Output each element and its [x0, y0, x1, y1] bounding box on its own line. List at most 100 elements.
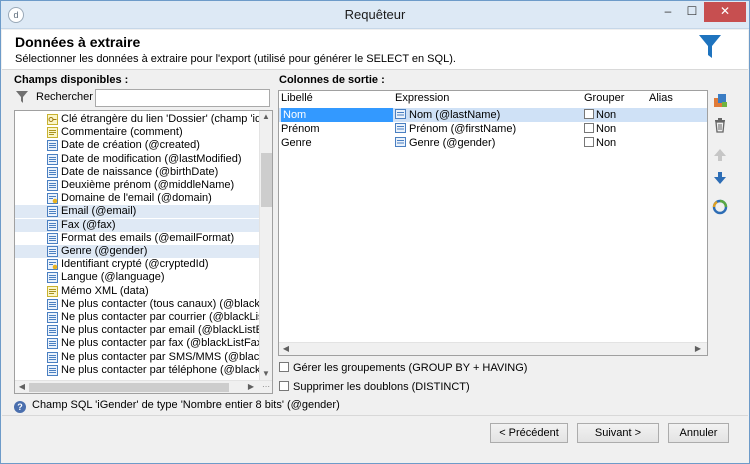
tree-item-label: Commentaire (comment) — [61, 126, 183, 139]
memo-field-icon — [47, 285, 58, 297]
tree-item[interactable]: Ne plus contacter par SMS/MMS (@blackLis… — [15, 351, 261, 364]
tree-horizontal-scrollbar[interactable]: ◀ ▶ ⋯ — [15, 380, 272, 393]
tree-item[interactable]: Ne plus contacter par téléphone (@blackL… — [15, 364, 261, 377]
filter-funnel-icon — [699, 35, 721, 58]
tree-scroll-thumb[interactable] — [261, 153, 272, 207]
tree-item-label: Ne plus contacter par email (@blackListE… — [61, 324, 261, 337]
row-expression[interactable]: Nom (@lastName) — [395, 108, 500, 122]
tree-item[interactable]: Ne plus contacter par courrier (@blackLi… — [15, 311, 261, 324]
tree-item-label: Mémo XML (data) — [61, 284, 149, 297]
grid-scroll-right-arrow-icon[interactable]: ▶ — [692, 343, 704, 355]
refresh-sort-icon[interactable] — [711, 198, 729, 216]
move-down-arrow-icon[interactable] — [711, 169, 729, 187]
tree-item[interactable]: Genre (@gender) — [15, 245, 261, 258]
output-columns-label: Colonnes de sortie : — [279, 74, 385, 86]
close-button[interactable]: ✕ — [704, 2, 746, 22]
tree-vertical-scrollbar[interactable]: ▲ ▼ — [259, 111, 272, 381]
grid-scroll-left-arrow-icon[interactable]: ◀ — [280, 343, 292, 355]
row-label[interactable]: Genre — [281, 136, 312, 150]
tree-item[interactable]: Email (@email) — [15, 205, 261, 219]
table-row[interactable]: Nom Nom (@lastName) Non — [279, 108, 707, 122]
tree-item-label: Domaine de l'email (@domain) — [61, 192, 212, 205]
memo-field-icon — [47, 127, 58, 139]
grid-horizontal-scrollbar[interactable]: ◀ ▶ — [279, 342, 707, 355]
next-button[interactable]: Suivant > — [577, 423, 659, 443]
column-header-group[interactable]: Grouper — [584, 91, 624, 106]
field-icon — [47, 351, 58, 363]
tree-hscroll-thumb[interactable] — [29, 383, 229, 392]
group-checkbox[interactable] — [584, 123, 594, 133]
tree-item-label: Date de modification (@lastModified) — [61, 152, 242, 165]
group-by-option[interactable]: Gérer les groupements (GROUP BY + HAVING… — [279, 361, 527, 375]
row-expression[interactable]: Genre (@gender) — [395, 136, 495, 150]
field-icon — [47, 232, 58, 244]
row-label[interactable]: Prénom — [281, 122, 320, 136]
table-row[interactable]: Prénom Prénom (@firstName) Non — [279, 122, 707, 136]
tree-item-label: Ne plus contacter par téléphone (@blackL… — [61, 363, 261, 376]
computed-field-icon — [47, 193, 58, 205]
tree-item-label: Clé étrangère du lien 'Dossier' (champ '… — [61, 113, 261, 125]
tree-item[interactable]: Ne plus contacter (tous canaux) (@blackL… — [15, 298, 261, 311]
field-info: ? Champ SQL 'iGender' de type 'Nombre ent… — [14, 398, 340, 413]
scroll-right-arrow-icon[interactable]: ▶ — [245, 381, 257, 393]
row-label[interactable]: Nom — [281, 108, 393, 122]
search-input[interactable] — [95, 89, 270, 107]
tree-item-label: Date de naissance (@birthDate) — [61, 165, 219, 178]
minimize-button[interactable]: – — [657, 2, 679, 22]
expression-field-icon — [395, 109, 406, 119]
scroll-down-arrow-icon[interactable]: ▼ — [260, 368, 272, 380]
row-expression[interactable]: Prénom (@firstName) — [395, 122, 516, 136]
tree-item[interactable]: Date de modification (@lastModified) — [15, 153, 261, 166]
row-group-text: Non — [596, 137, 617, 149]
move-up-arrow-icon[interactable] — [711, 146, 729, 164]
row-group[interactable]: Non — [584, 122, 616, 136]
tree-item[interactable]: Mémo XML (data) — [15, 285, 261, 298]
scroll-left-arrow-icon[interactable]: ◀ — [16, 381, 28, 393]
scroll-up-arrow-icon[interactable]: ▲ — [260, 111, 272, 123]
tree-item[interactable]: Fax (@fax) — [15, 218, 261, 232]
distinct-option[interactable]: Supprimer les doublons (DISTINCT) — [279, 380, 470, 394]
key-field-icon — [47, 114, 58, 125]
column-header-label[interactable]: Libellé — [281, 91, 313, 106]
group-checkbox[interactable] — [584, 137, 594, 147]
tree-item-label: Fax (@fax) — [61, 218, 116, 231]
group-checkbox[interactable] — [584, 109, 594, 119]
tree-item[interactable]: Clé étrangère du lien 'Dossier' (champ '… — [15, 113, 261, 126]
column-header-alias[interactable]: Alias — [649, 91, 673, 106]
available-fields-label: Champs disponibles : — [14, 74, 129, 86]
delete-trash-icon[interactable] — [711, 116, 729, 134]
table-row[interactable]: Genre Genre (@gender) Non — [279, 136, 707, 150]
distinct-checkbox[interactable] — [279, 381, 289, 391]
field-icon — [47, 298, 58, 310]
field-icon — [47, 153, 58, 165]
tree-item[interactable]: Langue (@language) — [15, 271, 261, 284]
tree-item-label: Format des emails (@emailFormat) — [61, 231, 235, 244]
group-by-checkbox[interactable] — [279, 362, 289, 372]
tree-item[interactable]: Date de naissance (@birthDate) — [15, 166, 261, 179]
previous-button[interactable]: < Précédent — [490, 423, 568, 443]
tree-item[interactable]: Date de création (@created) — [15, 139, 261, 152]
title-bar[interactable]: d Requêteur – ☐ ✕ — [1, 1, 749, 29]
row-group[interactable]: Non — [584, 108, 616, 122]
available-fields-tree[interactable]: Clé étrangère du lien 'Dossier' (champ '… — [14, 110, 273, 394]
tree-item-label: Email (@email) — [61, 205, 137, 218]
column-header-expression[interactable]: Expression — [395, 91, 449, 106]
tree-item-label: Identifiant crypté (@cryptedId) — [61, 258, 209, 271]
tree-item[interactable]: Ne plus contacter par email (@blackListE… — [15, 324, 261, 337]
footer-divider — [2, 415, 748, 416]
cancel-button[interactable]: Annuler — [668, 423, 729, 443]
row-group[interactable]: Non — [584, 136, 616, 150]
output-columns-grid[interactable]: Libellé Expression Grouper Alias Nom Nom … — [278, 90, 708, 356]
add-column-icon[interactable] — [711, 92, 729, 110]
window-title: Requêteur — [344, 7, 406, 22]
tree-item[interactable]: Domaine de l'email (@domain) — [15, 192, 261, 205]
tree-item[interactable]: Ne plus contacter par fax (@blackListFax… — [15, 337, 261, 350]
maximize-button[interactable]: ☐ — [681, 2, 703, 22]
tree-item[interactable]: Deuxième prénom (@middleName) — [15, 179, 261, 192]
row-expression-text: Prénom (@firstName) — [409, 123, 517, 135]
tree-item[interactable]: Format des emails (@emailFormat) — [15, 232, 261, 245]
field-icon — [47, 325, 58, 337]
tree-item[interactable]: Commentaire (comment) — [15, 126, 261, 139]
tree-item-label: Deuxième prénom (@middleName) — [61, 179, 235, 191]
tree-item[interactable]: Identifiant crypté (@cryptedId) — [15, 258, 261, 271]
